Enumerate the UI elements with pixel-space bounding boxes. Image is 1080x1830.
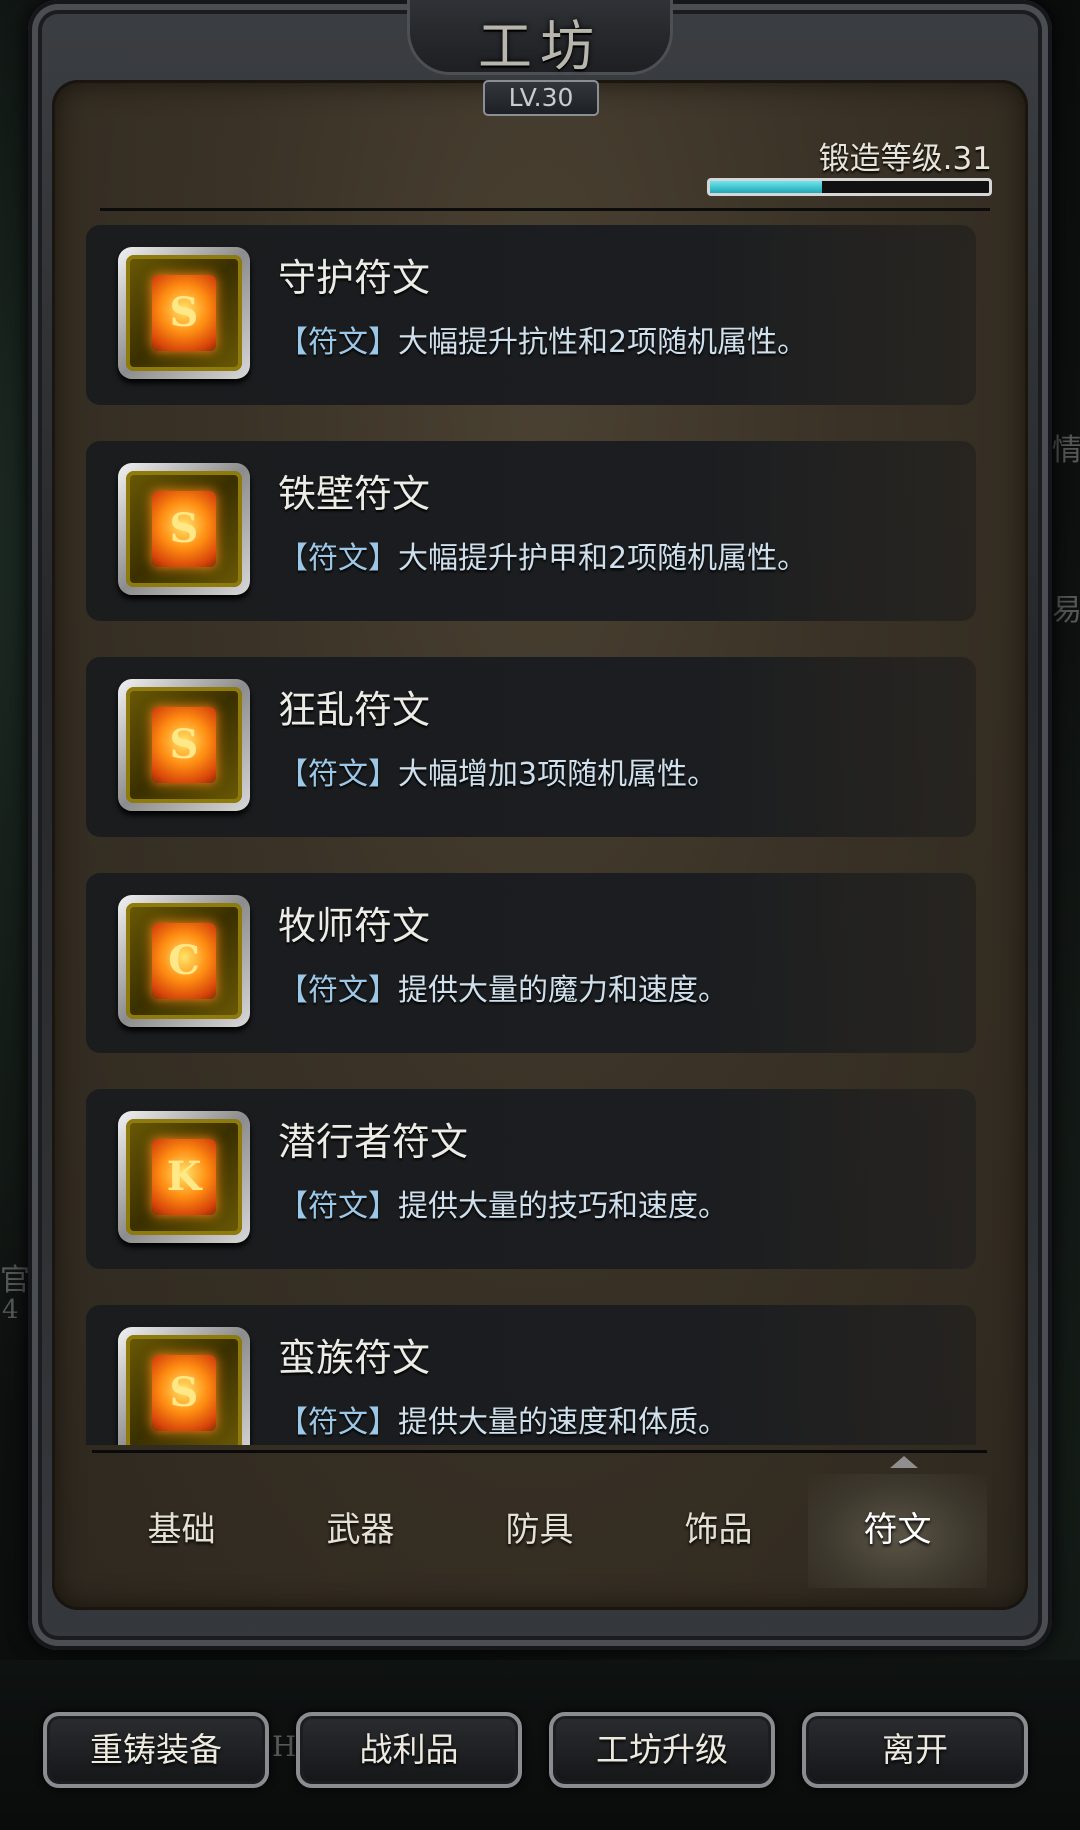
rune-description: 【符文】大幅提升护甲和2项随机属性。 [278, 533, 807, 577]
rune-list[interactable]: S 守护符文 【符文】大幅提升抗性和2项随机属性。 S 铁壁符文 【符文】大幅提升护甲和2… [86, 225, 986, 1445]
page-title: 工坊 [478, 15, 602, 78]
rune-icon-border: S [126, 471, 242, 587]
tab-armor[interactable]: 防具 [450, 1474, 629, 1588]
recast-equipment-button[interactable]: 重铸装备 [43, 1712, 269, 1788]
rune-icon-frame: K [118, 1111, 250, 1243]
background-text: 易 [1052, 593, 1080, 628]
rune-icon-frame: S [118, 463, 250, 595]
rune-tag: 【符文】 [278, 1405, 398, 1440]
rune-description: 【符文】大幅增加3项随机属性。 [278, 749, 717, 793]
rune-description: 【符文】提供大量的技巧和速度。 [278, 1181, 728, 1225]
rune-name: 狂乱符文 [278, 688, 431, 732]
tab-weapons[interactable]: 武器 [271, 1474, 450, 1588]
rune-icon-frame: C [118, 895, 250, 1027]
forge-progress-bar [707, 178, 992, 196]
scroll-up-icon[interactable] [890, 1456, 918, 1468]
rune-row[interactable]: C 牧师符文【符文】提供大量的魔力和速度。 [86, 873, 976, 1053]
rune-name: 蛮族符文 [278, 1336, 431, 1380]
rune-icon-border: S [126, 1335, 242, 1445]
rune-scroll-icon: K [152, 1139, 216, 1215]
rune-row[interactable]: S 守护符文【符文】大幅提升抗性和2项随机属性。 [86, 225, 976, 405]
rune-scroll-icon: S [152, 1355, 216, 1431]
rune-desc-text: 提供大量的魔力和速度。 [398, 973, 728, 1008]
rune-icon-border: S [126, 687, 242, 803]
rune-desc-text: 大幅提升护甲和2项随机属性。 [398, 541, 808, 576]
tab-basic[interactable]: 基础 [92, 1474, 271, 1588]
rune-icon-border: S [126, 255, 242, 371]
rune-row[interactable]: S 铁壁符文【符文】大幅提升护甲和2项随机属性。 [86, 441, 976, 621]
rune-desc-text: 提供大量的速度和体质。 [398, 1405, 728, 1440]
category-tabs: 基础 武器 防具 饰品 符文 [92, 1474, 987, 1588]
rune-row[interactable]: K 潜行者符文【符文】提供大量的技巧和速度。 [86, 1089, 976, 1269]
rune-icon-frame: S [118, 1327, 250, 1445]
rune-description: 【符文】提供大量的魔力和速度。 [278, 965, 728, 1009]
rune-desc-text: 大幅提升抗性和2项随机属性。 [398, 325, 808, 360]
rune-row[interactable]: S 狂乱符文【符文】大幅增加3项随机属性。 [86, 657, 976, 837]
rune-row[interactable]: S 蛮族符文【符文】提供大量的速度和体质。 [86, 1305, 976, 1445]
background-text: 情 [1052, 433, 1080, 468]
rune-icon-frame: S [118, 247, 250, 379]
rune-tag: 【符文】 [278, 757, 398, 792]
workshop-upgrade-button[interactable]: 工坊升级 [549, 1712, 775, 1788]
rune-description: 【符文】大幅提升抗性和2项随机属性。 [278, 317, 807, 361]
rune-tag: 【符文】 [278, 1189, 398, 1224]
background-text: H [272, 1730, 297, 1763]
rune-scroll-icon: S [152, 707, 216, 783]
rune-icon-frame: S [118, 679, 250, 811]
divider [100, 208, 990, 211]
background-text: 4 [2, 1295, 19, 1325]
rune-icon-border: K [126, 1119, 242, 1235]
forge-level-label: 锻造等级.31 [818, 141, 992, 177]
rune-scroll-icon: S [152, 491, 216, 567]
rune-tag: 【符文】 [278, 973, 398, 1008]
rune-scroll-icon: C [152, 923, 216, 999]
rune-tag: 【符文】 [278, 541, 398, 576]
rune-desc-text: 大幅增加3项随机属性。 [398, 757, 718, 792]
rune-description: 【符文】提供大量的速度和体质。 [278, 1397, 728, 1441]
divider [92, 1450, 987, 1453]
rune-desc-text: 提供大量的技巧和速度。 [398, 1189, 728, 1224]
rune-name: 潜行者符文 [278, 1120, 469, 1164]
leave-button[interactable]: 离开 [802, 1712, 1028, 1788]
rune-name: 守护符文 [278, 256, 431, 300]
tab-runes[interactable]: 符文 [808, 1474, 987, 1588]
rune-name: 铁壁符文 [278, 472, 431, 516]
background-text: 官 [0, 1263, 30, 1298]
rune-icon-border: C [126, 903, 242, 1019]
rune-tag: 【符文】 [278, 325, 398, 360]
level-badge: LV.30 [483, 80, 599, 116]
rune-name: 牧师符文 [278, 904, 431, 948]
forge-progress-fill [710, 181, 822, 193]
rune-scroll-icon: S [152, 275, 216, 351]
loot-button[interactable]: 战利品 [296, 1712, 522, 1788]
tab-accessories[interactable]: 饰品 [629, 1474, 808, 1588]
